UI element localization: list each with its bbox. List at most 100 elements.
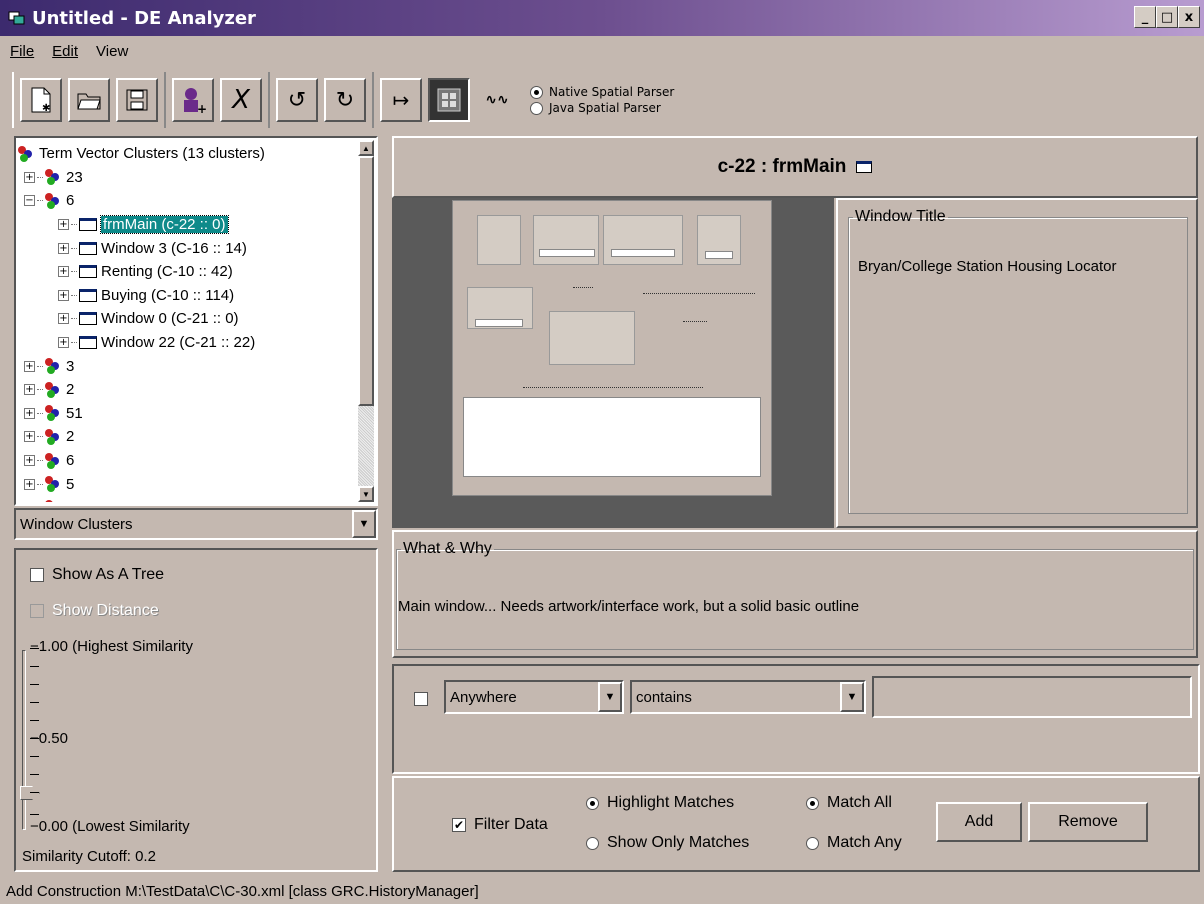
match-any-option[interactable]: Match Any bbox=[806, 834, 902, 852]
chevron-down-icon[interactable]: ▼ bbox=[840, 682, 864, 712]
tree-scrollbar[interactable]: ▲ ▼ bbox=[358, 140, 374, 502]
cluster-tree[interactable]: Term Vector Clusters (13 clusters) +23−6… bbox=[18, 140, 358, 502]
svg-text:✱: ✱ bbox=[42, 103, 50, 113]
tree-item-label: Window 3 (C-16 :: 14) bbox=[101, 239, 247, 257]
tree-cluster-item[interactable]: +2 bbox=[18, 425, 358, 449]
cluster-type-select[interactable]: Window Clusters ▼ bbox=[14, 508, 378, 540]
expand-icon[interactable]: + bbox=[24, 360, 35, 372]
status-bar: Add Construction M:\TestData\C\C-30.xml … bbox=[0, 878, 1204, 904]
radio-native[interactable] bbox=[530, 85, 543, 99]
expand-icon[interactable]: + bbox=[58, 219, 69, 231]
filter-criteria-panel: Anywhere ▼ contains ▼ bbox=[392, 664, 1200, 774]
tree-item-label: 3 bbox=[66, 357, 75, 375]
menu-view[interactable]: View bbox=[96, 43, 128, 60]
redo-button[interactable]: ↻ bbox=[324, 78, 366, 122]
similarity-slider-track[interactable] bbox=[22, 650, 26, 830]
tree-cluster-item[interactable]: −6 bbox=[18, 189, 358, 213]
operator-select[interactable]: contains ▼ bbox=[630, 680, 866, 714]
scroll-thumb[interactable] bbox=[358, 156, 374, 406]
tree-cluster-item[interactable]: +6 bbox=[18, 449, 358, 473]
tree-window-item[interactable]: + Renting (C-10 :: 42) bbox=[18, 260, 358, 284]
highlight-matches-radio[interactable] bbox=[586, 796, 599, 810]
slider-tick bbox=[30, 702, 39, 703]
match-all-radio[interactable] bbox=[806, 796, 819, 810]
tree-cluster-item[interactable]: +51 bbox=[18, 402, 358, 426]
filter-data-option[interactable]: ✔ Filter Data bbox=[452, 816, 548, 834]
window-title-value: Bryan/College Station Housing Locator bbox=[858, 258, 1117, 275]
collapse-icon[interactable]: − bbox=[24, 195, 35, 207]
expand-icon[interactable]: + bbox=[58, 337, 69, 349]
chevron-down-icon[interactable]: ▼ bbox=[598, 682, 622, 712]
undo-button[interactable]: ↺ bbox=[276, 78, 318, 122]
tree-cluster-item[interactable]: +5 bbox=[18, 472, 358, 496]
new-file-button[interactable]: ✱ bbox=[20, 78, 62, 122]
expand-icon[interactable]: + bbox=[24, 171, 35, 183]
native-parser-radio[interactable]: Native Spatial Parser bbox=[530, 85, 674, 99]
open-folder-button[interactable] bbox=[68, 78, 110, 122]
delete-button[interactable]: X bbox=[220, 78, 262, 122]
show-distance-checkbox bbox=[30, 604, 44, 618]
tree-cluster-item[interactable]: +23 bbox=[18, 166, 358, 190]
chevron-down-icon[interactable]: ▼ bbox=[352, 510, 376, 538]
similarity-slider-thumb[interactable] bbox=[20, 786, 40, 800]
tree-window-item[interactable]: + Buying (C-10 :: 114) bbox=[18, 284, 358, 308]
expand-icon[interactable]: + bbox=[24, 478, 35, 490]
title-bar: Untitled - DE Analyzer _ □ x bbox=[0, 0, 1204, 36]
expand-icon[interactable]: + bbox=[24, 455, 35, 467]
criteria-enable-checkbox[interactable] bbox=[414, 692, 428, 706]
grid-view-button[interactable] bbox=[428, 78, 470, 122]
close-button[interactable]: x bbox=[1178, 6, 1200, 28]
minimize-button[interactable]: _ bbox=[1134, 6, 1156, 28]
waveform-button[interactable]: ∿∿ bbox=[476, 78, 518, 122]
match-all-option[interactable]: Match All bbox=[806, 794, 892, 812]
cluster-icon bbox=[45, 169, 61, 186]
highlight-matches-option[interactable]: Highlight Matches bbox=[586, 794, 734, 812]
scroll-up-button[interactable]: ▲ bbox=[358, 140, 374, 156]
show-only-matches-radio[interactable] bbox=[586, 836, 599, 850]
tree-cluster-item[interactable]: +5 bbox=[18, 496, 358, 502]
show-only-matches-option[interactable]: Show Only Matches bbox=[586, 834, 749, 852]
add-user-button[interactable]: + bbox=[172, 78, 214, 122]
filter-value-input[interactable] bbox=[872, 676, 1192, 718]
tree-cluster-item[interactable]: +3 bbox=[18, 354, 358, 378]
expand-icon[interactable]: + bbox=[24, 431, 35, 443]
expand-icon[interactable]: + bbox=[58, 313, 69, 325]
tree-cluster-item[interactable]: +2 bbox=[18, 378, 358, 402]
expand-icon[interactable]: + bbox=[58, 289, 69, 301]
tree-window-item[interactable]: + Window 0 (C-21 :: 0) bbox=[18, 307, 358, 331]
tree-connector bbox=[71, 342, 77, 344]
expand-icon[interactable]: + bbox=[58, 266, 69, 278]
radio-java[interactable] bbox=[530, 101, 543, 115]
tree-connector bbox=[71, 247, 77, 249]
preview-group bbox=[603, 215, 683, 265]
show-tree-checkbox[interactable] bbox=[30, 568, 44, 582]
scroll-down-button[interactable]: ▼ bbox=[358, 486, 374, 502]
menu-file[interactable]: File bbox=[10, 43, 34, 60]
tree-window-item[interactable]: + frmMain (c-22 :: 0) bbox=[18, 213, 358, 237]
filter-data-checkbox[interactable]: ✔ bbox=[452, 818, 466, 832]
horizontal-layout-button[interactable]: ↦ bbox=[380, 78, 422, 122]
show-tree-option[interactable]: Show As A Tree bbox=[30, 566, 164, 584]
preview-text bbox=[573, 287, 593, 288]
tree-root[interactable]: Term Vector Clusters (13 clusters) bbox=[18, 142, 358, 166]
redo-icon: ↻ bbox=[335, 87, 355, 113]
menu-edit[interactable]: Edit bbox=[52, 43, 78, 60]
save-button[interactable] bbox=[116, 78, 158, 122]
window-icon bbox=[79, 312, 97, 326]
maximize-button[interactable]: □ bbox=[1156, 6, 1178, 28]
tree-window-item[interactable]: + Window 22 (C-21 :: 22) bbox=[18, 331, 358, 355]
window-icon bbox=[79, 288, 97, 302]
remove-button[interactable]: Remove bbox=[1028, 802, 1148, 842]
java-parser-radio[interactable]: Java Spatial Parser bbox=[530, 101, 674, 115]
tree-connector bbox=[37, 389, 43, 391]
add-button[interactable]: Add bbox=[936, 802, 1022, 842]
preview-thumbnail bbox=[452, 200, 772, 496]
tree-window-item[interactable]: + Window 3 (C-16 :: 14) bbox=[18, 236, 358, 260]
expand-icon[interactable]: + bbox=[24, 407, 35, 419]
expand-icon[interactable]: + bbox=[58, 242, 69, 254]
x-icon: X bbox=[232, 85, 250, 115]
tree-connector bbox=[37, 460, 43, 462]
scope-select[interactable]: Anywhere ▼ bbox=[444, 680, 624, 714]
match-any-radio[interactable] bbox=[806, 836, 819, 850]
expand-icon[interactable]: + bbox=[24, 384, 35, 396]
